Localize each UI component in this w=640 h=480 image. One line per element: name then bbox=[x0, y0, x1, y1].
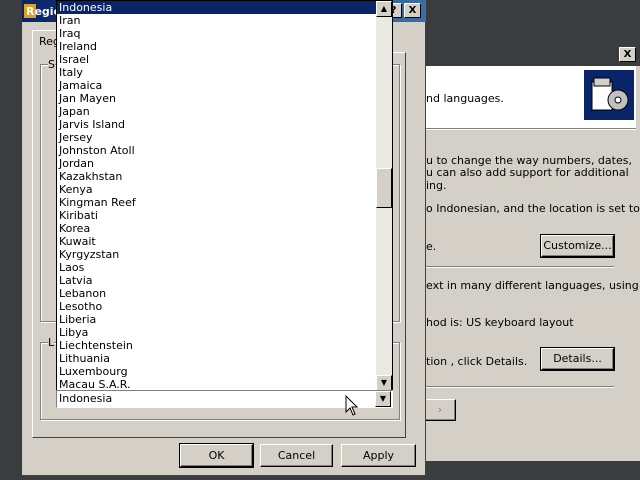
details-button[interactable]: Details... bbox=[540, 347, 615, 371]
back-dialog-titlebar bbox=[424, 44, 640, 66]
list-item[interactable]: Jordan bbox=[57, 157, 377, 170]
list-item[interactable]: Kyrgyzstan bbox=[57, 248, 377, 261]
list-item[interactable]: Libya bbox=[57, 326, 377, 339]
list-item[interactable]: Luxembourg bbox=[57, 365, 377, 378]
list-item[interactable]: Jarvis Island bbox=[57, 118, 377, 131]
list-item[interactable]: Johnston Atoll bbox=[57, 144, 377, 157]
close-button[interactable]: X bbox=[404, 3, 421, 18]
list-item[interactable]: Iran bbox=[57, 14, 377, 27]
list-item[interactable]: Kazakhstan bbox=[57, 170, 377, 183]
list-item[interactable]: Laos bbox=[57, 261, 377, 274]
back-partial-button[interactable]: › bbox=[424, 399, 456, 421]
dropdown-arrow-icon[interactable]: ▼ bbox=[375, 391, 391, 407]
mouse-cursor-icon bbox=[345, 395, 359, 416]
list-item[interactable]: Liechtenstein bbox=[57, 339, 377, 352]
list-item[interactable]: Iraq bbox=[57, 27, 377, 40]
scroll-up-arrow-icon[interactable]: ▲ bbox=[376, 1, 392, 17]
back-divider-3 bbox=[424, 386, 614, 388]
list-item[interactable]: Lesotho bbox=[57, 300, 377, 313]
list-item[interactable]: Latvia bbox=[57, 274, 377, 287]
list-item[interactable]: Lithuania bbox=[57, 352, 377, 365]
list-item[interactable]: Kiribati bbox=[57, 209, 377, 222]
back-para1-line2: u can also add support for additional bbox=[426, 166, 629, 179]
combobox-value: Indonesia bbox=[59, 392, 113, 405]
back-para3-line3: tion , click Details. bbox=[426, 355, 528, 368]
close-icon: X bbox=[408, 5, 417, 16]
back-para3-line1: ext in many different languages, using bbox=[426, 279, 639, 292]
list-item[interactable]: Ireland bbox=[57, 40, 377, 53]
back-header-divider bbox=[424, 128, 636, 130]
list-item[interactable]: Italy bbox=[57, 66, 377, 79]
list-item[interactable]: Kuwait bbox=[57, 235, 377, 248]
scrollbar-thumb[interactable] bbox=[376, 168, 392, 208]
list-item[interactable]: Jamaica bbox=[57, 79, 377, 92]
back-header-text: nd languages. bbox=[426, 92, 504, 105]
apply-button[interactable]: Apply bbox=[341, 444, 416, 467]
back-divider-2 bbox=[424, 266, 614, 268]
back-para2-line2: e. bbox=[426, 240, 437, 253]
list-item[interactable]: Jersey bbox=[57, 131, 377, 144]
list-item[interactable]: Israel bbox=[57, 53, 377, 66]
back-close-button[interactable]: X bbox=[619, 47, 636, 62]
list-item[interactable]: Kingman Reef bbox=[57, 196, 377, 209]
country-dropdown-list[interactable]: Indonesia Iran Iraq Ireland Israel Italy Jama… bbox=[56, 0, 393, 392]
details-button-label: Details... bbox=[553, 352, 602, 365]
ok-button[interactable]: OK bbox=[179, 443, 254, 468]
back-para2-line1: o Indonesian, and the location is set to bbox=[426, 202, 640, 215]
list-item-selected[interactable]: Indonesia bbox=[57, 1, 377, 14]
cancel-button[interactable]: Cancel bbox=[260, 444, 333, 467]
list-item[interactable]: Liberia bbox=[57, 313, 377, 326]
close-icon: X bbox=[623, 49, 632, 60]
back-para3-line2: hod is: US keyboard layout bbox=[426, 316, 574, 329]
list-item[interactable]: Korea bbox=[57, 222, 377, 235]
location-group-label: L bbox=[48, 336, 55, 349]
list-item[interactable]: Lebanon bbox=[57, 287, 377, 300]
list-item[interactable]: Kenya bbox=[57, 183, 377, 196]
standards-group-label: S bbox=[48, 58, 55, 71]
list-items: Iran Iraq Ireland Israel Italy Jamaica Jan May… bbox=[57, 14, 392, 391]
regional-settings-icon bbox=[584, 70, 634, 120]
list-item[interactable]: Jan Mayen bbox=[57, 92, 377, 105]
scroll-down-arrow-icon[interactable]: ▼ bbox=[376, 375, 392, 391]
list-item[interactable]: Japan bbox=[57, 105, 377, 118]
customize-button[interactable]: Customize... bbox=[540, 234, 615, 258]
back-para1-line3: ing. bbox=[426, 179, 447, 192]
